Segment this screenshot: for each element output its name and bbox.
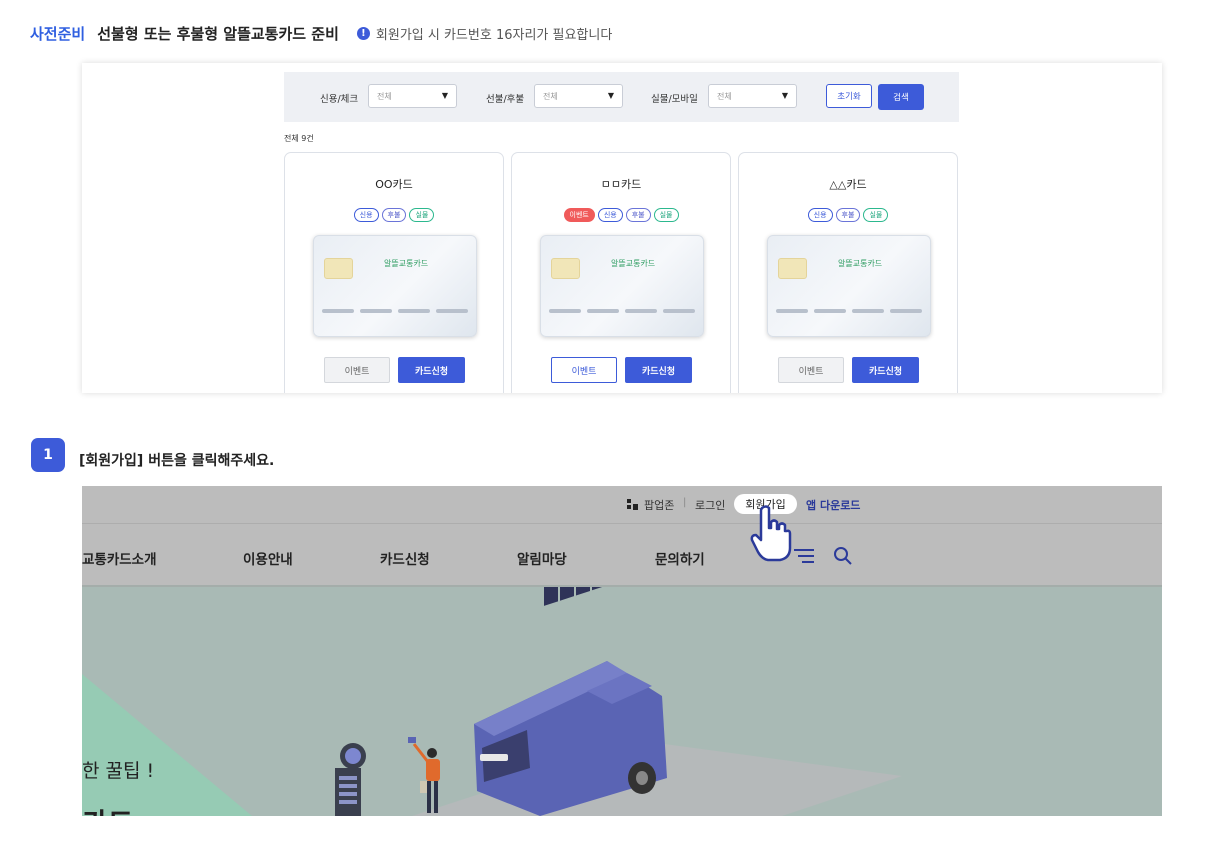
- card-logo: 알뜰교통카드: [384, 259, 429, 268]
- event-button[interactable]: 이벤트: [778, 357, 844, 383]
- filter-bar: 신용/체크 전체 ▼ 선불/후불 전체 ▼ 실물/모바일 전체 ▼ 초기화 검색: [284, 72, 959, 122]
- badge-physical: 실물: [653, 208, 679, 222]
- filter-credit-select[interactable]: 전체 ▼: [368, 84, 457, 108]
- badge-event: 이벤트: [563, 208, 595, 222]
- card-item: △△카드 신용 후불 실물 알뜰교통카드 이벤트 카드신청: [738, 152, 958, 393]
- search-icon[interactable]: [833, 546, 853, 566]
- badge-credit: 신용: [597, 208, 623, 222]
- filter-prepost-select[interactable]: 전체 ▼: [534, 84, 623, 108]
- utility-separator: |: [683, 497, 687, 508]
- card-list-screenshot: 신용/체크 전체 ▼ 선불/후불 전체 ▼ 실물/모바일 전체 ▼ 초기화 검색…: [82, 63, 1162, 393]
- website-screenshot: 팝업존 | 로그인 회원가입 앱 다운로드 교통카드소개 이용안내 카드신청 알…: [82, 486, 1162, 816]
- card-chip: [324, 258, 353, 279]
- event-button[interactable]: 이벤트: [324, 357, 390, 383]
- person-icon: [408, 737, 440, 813]
- card-image: 알뜰교통카드: [540, 235, 704, 337]
- filter-prepost-label: 선불/후불: [486, 94, 525, 105]
- hero-title-text: 카드: [82, 802, 134, 816]
- bus-stop-icon: [335, 743, 366, 816]
- main-nav: 교통카드소개 이용안내 카드신청 알림마당 문의하기: [82, 523, 1162, 587]
- apply-button[interactable]: 카드신청: [625, 357, 692, 383]
- card-name: OO카드: [375, 178, 413, 191]
- card-item: ㅁㅁ카드 이벤트 신용 후불 실물 알뜰교통카드 이벤트 카드신청: [511, 152, 731, 393]
- hero-tip-text: 한 꿀팁 !: [82, 760, 155, 782]
- card-number-placeholder: [549, 309, 695, 313]
- utility-bar: 팝업존 | 로그인 회원가입 앱 다운로드: [82, 486, 1162, 523]
- filter-physical-select[interactable]: 전체 ▼: [708, 84, 797, 108]
- reset-button[interactable]: 초기화: [826, 84, 872, 108]
- chevron-down-icon: ▼: [441, 91, 448, 100]
- filter-prepost-value: 전체: [543, 92, 558, 101]
- card-item: OO카드 신용 후불 실물 알뜰교통카드 이벤트 카드신청: [284, 152, 504, 393]
- hand-cursor-icon: [750, 505, 792, 562]
- card-name: ㅁㅁ카드: [600, 178, 642, 191]
- badge-physical: 실물: [863, 208, 889, 222]
- card-chip: [778, 258, 807, 279]
- card-number-placeholder: [322, 309, 468, 313]
- total-count: 전체 9건: [284, 134, 314, 143]
- nav-item-card-apply[interactable]: 카드신청: [380, 548, 430, 568]
- card-number-placeholder: [776, 309, 922, 313]
- info-icon: !: [356, 26, 370, 40]
- card-name: △△카드: [829, 178, 867, 191]
- filter-physical-label: 실물/모바일: [651, 94, 698, 105]
- card-logo: 알뜰교통카드: [838, 259, 883, 268]
- step-number: 1: [31, 438, 65, 472]
- card-badges: 신용 후불 실물: [285, 208, 503, 222]
- card-badges: 이벤트 신용 후불 실물: [512, 208, 730, 222]
- filter-credit-label: 신용/체크: [320, 94, 359, 105]
- filter-physical-value: 전체: [717, 92, 732, 101]
- card-logo: 알뜰교통카드: [611, 259, 656, 268]
- nav-item-card-intro[interactable]: 교통카드소개: [82, 548, 157, 568]
- section-header: 사전준비 선불형 또는 후불형 알뜰교통카드 준비 ! 회원가입 시 카드번호 …: [30, 22, 612, 44]
- apply-button[interactable]: 카드신청: [398, 357, 465, 383]
- nav-item-inquiry[interactable]: 문의하기: [655, 548, 705, 568]
- filter-credit-value: 전체: [377, 92, 392, 101]
- bus-icon: [474, 548, 667, 816]
- card-badges: 신용 후불 실물: [739, 208, 957, 222]
- app-download-link[interactable]: 앱 다운로드: [806, 497, 860, 513]
- nav-item-usage-guide[interactable]: 이용안내: [243, 548, 293, 568]
- badge-credit: 신용: [807, 208, 833, 222]
- apply-button[interactable]: 카드신청: [852, 357, 919, 383]
- badge-postpaid: 후불: [625, 208, 651, 222]
- badge-postpaid: 후불: [381, 208, 407, 222]
- card-image: 알뜰교통카드: [313, 235, 477, 337]
- badge-postpaid: 후불: [835, 208, 861, 222]
- menu-icon[interactable]: [794, 549, 814, 563]
- badge-credit: 신용: [353, 208, 379, 222]
- step-instruction: [회원가입] 버튼을 클릭해주세요.: [79, 453, 275, 469]
- event-button[interactable]: 이벤트: [551, 357, 617, 383]
- nav-item-notices[interactable]: 알림마당: [517, 548, 567, 568]
- popup-icon: [627, 499, 638, 510]
- chevron-down-icon: ▼: [607, 91, 614, 100]
- card-image: 알뜰교통카드: [767, 235, 931, 337]
- section-title: 선불형 또는 후불형 알뜰교통카드 준비: [97, 24, 339, 43]
- popup-zone-link[interactable]: 팝업존: [644, 497, 674, 513]
- chevron-down-icon: ▼: [781, 91, 788, 100]
- search-button[interactable]: 검색: [878, 84, 924, 110]
- login-link[interactable]: 로그인: [695, 497, 725, 513]
- badge-physical: 실물: [409, 208, 435, 222]
- section-tag: 사전준비: [30, 24, 86, 43]
- card-chip: [551, 258, 580, 279]
- section-note: 회원가입 시 카드번호 16자리가 필요합니다: [375, 27, 613, 43]
